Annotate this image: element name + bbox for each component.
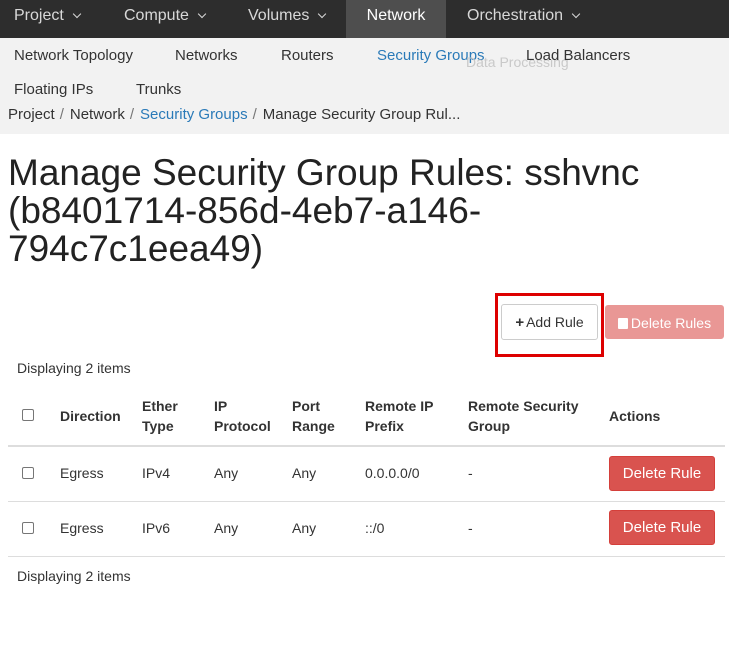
nav-volumes[interactable]: Volumes	[248, 0, 327, 38]
item-count-bottom: Displaying 2 items	[17, 568, 131, 584]
row-divider	[8, 556, 725, 557]
chevron-down-icon	[197, 9, 207, 19]
nav-project[interactable]: Project	[14, 0, 82, 38]
nav-orchestration[interactable]: Orchestration	[467, 0, 581, 38]
chevron-down-icon	[571, 9, 581, 19]
breadcrumb-network[interactable]: Network	[70, 106, 125, 123]
cell-ether-type: IPv6	[142, 520, 171, 536]
breadcrumb-project[interactable]: Project	[8, 106, 55, 123]
cell-remote-security-group: -	[468, 520, 473, 536]
breadcrumb-separator: /	[129, 106, 135, 123]
tab-routers[interactable]: Routers	[281, 47, 334, 64]
cell-ip-protocol: Any	[214, 465, 239, 481]
header-ether-type[interactable]: Ether Type	[142, 396, 194, 436]
header-remote-security-group[interactable]: Remote Security Group	[468, 396, 598, 436]
cell-ether-type: IPv4	[142, 465, 171, 481]
cell-direction: Egress	[60, 465, 104, 481]
cell-port-range: Any	[292, 465, 317, 481]
add-rule-button[interactable]: + Add Rule	[501, 304, 598, 340]
tab-network-topology[interactable]: Network Topology	[14, 47, 133, 64]
trash-icon	[617, 318, 628, 329]
cell-direction: Egress	[60, 520, 104, 536]
page-title: Manage Security Group Rules: sshvnc (b84…	[8, 152, 640, 269]
tab-load-balancers[interactable]: Load Balancers	[526, 47, 630, 64]
cell-remote-security-group: -	[468, 465, 473, 481]
header-direction[interactable]: Direction	[60, 406, 121, 426]
select-all-checkbox[interactable]	[22, 409, 34, 421]
sub-navigation: Network Topology Networks Routers Securi…	[0, 38, 729, 134]
breadcrumb-security-groups[interactable]: Security Groups	[140, 106, 248, 123]
header-divider	[8, 445, 725, 447]
header-remote-ip-prefix[interactable]: Remote IP Prefix	[365, 396, 445, 436]
tab-floating-ips[interactable]: Floating IPs	[14, 81, 93, 98]
nav-project-label: Project	[14, 7, 64, 24]
chevron-down-icon	[72, 9, 82, 19]
delete-rules-button[interactable]: Delete Rules	[605, 305, 724, 339]
cell-remote-ip-prefix: 0.0.0.0/0	[365, 465, 420, 481]
header-ip-protocol[interactable]: IP Protocol	[214, 396, 280, 436]
header-actions: Actions	[609, 408, 661, 424]
nav-volumes-label: Volumes	[248, 7, 310, 24]
nav-orchestration-label: Orchestration	[467, 7, 564, 24]
breadcrumb-separator: /	[59, 106, 64, 123]
delete-rule-button[interactable]: Delete Rule	[609, 456, 715, 491]
breadcrumb-current: Manage Security Group Rul...	[262, 106, 461, 123]
breadcrumb: Project / Network / Security Groups / Manage S…	[8, 106, 460, 123]
chevron-down-icon	[318, 9, 327, 19]
item-count-top: Displaying 2 items	[17, 360, 131, 376]
cell-port-range: Any	[292, 520, 317, 536]
cell-remote-ip-prefix: ::/0	[365, 520, 385, 536]
nav-compute-label: Compute	[124, 7, 189, 24]
plus-icon: +	[515, 314, 525, 331]
header-port-range[interactable]: Port Range	[292, 396, 344, 436]
cell-ip-protocol: Any	[214, 520, 239, 536]
top-navigation: Project Compute Volumes Network Orchestr…	[0, 0, 729, 38]
row-divider	[8, 501, 725, 502]
nav-compute[interactable]: Compute	[124, 0, 207, 38]
row-checkbox[interactable]	[22, 467, 34, 479]
delete-rule-button[interactable]: Delete Rule	[609, 510, 715, 545]
breadcrumb-separator: /	[252, 106, 257, 123]
tab-trunks[interactable]: Trunks	[136, 81, 181, 98]
add-rule-label: Add Rule	[526, 314, 584, 330]
delete-rules-label: Delete Rules	[630, 315, 712, 331]
row-checkbox[interactable]	[22, 522, 34, 534]
nav-network[interactable]: Network	[346, 0, 446, 38]
tab-networks[interactable]: Networks	[175, 47, 238, 64]
nav-network-label: Network	[366, 7, 426, 24]
